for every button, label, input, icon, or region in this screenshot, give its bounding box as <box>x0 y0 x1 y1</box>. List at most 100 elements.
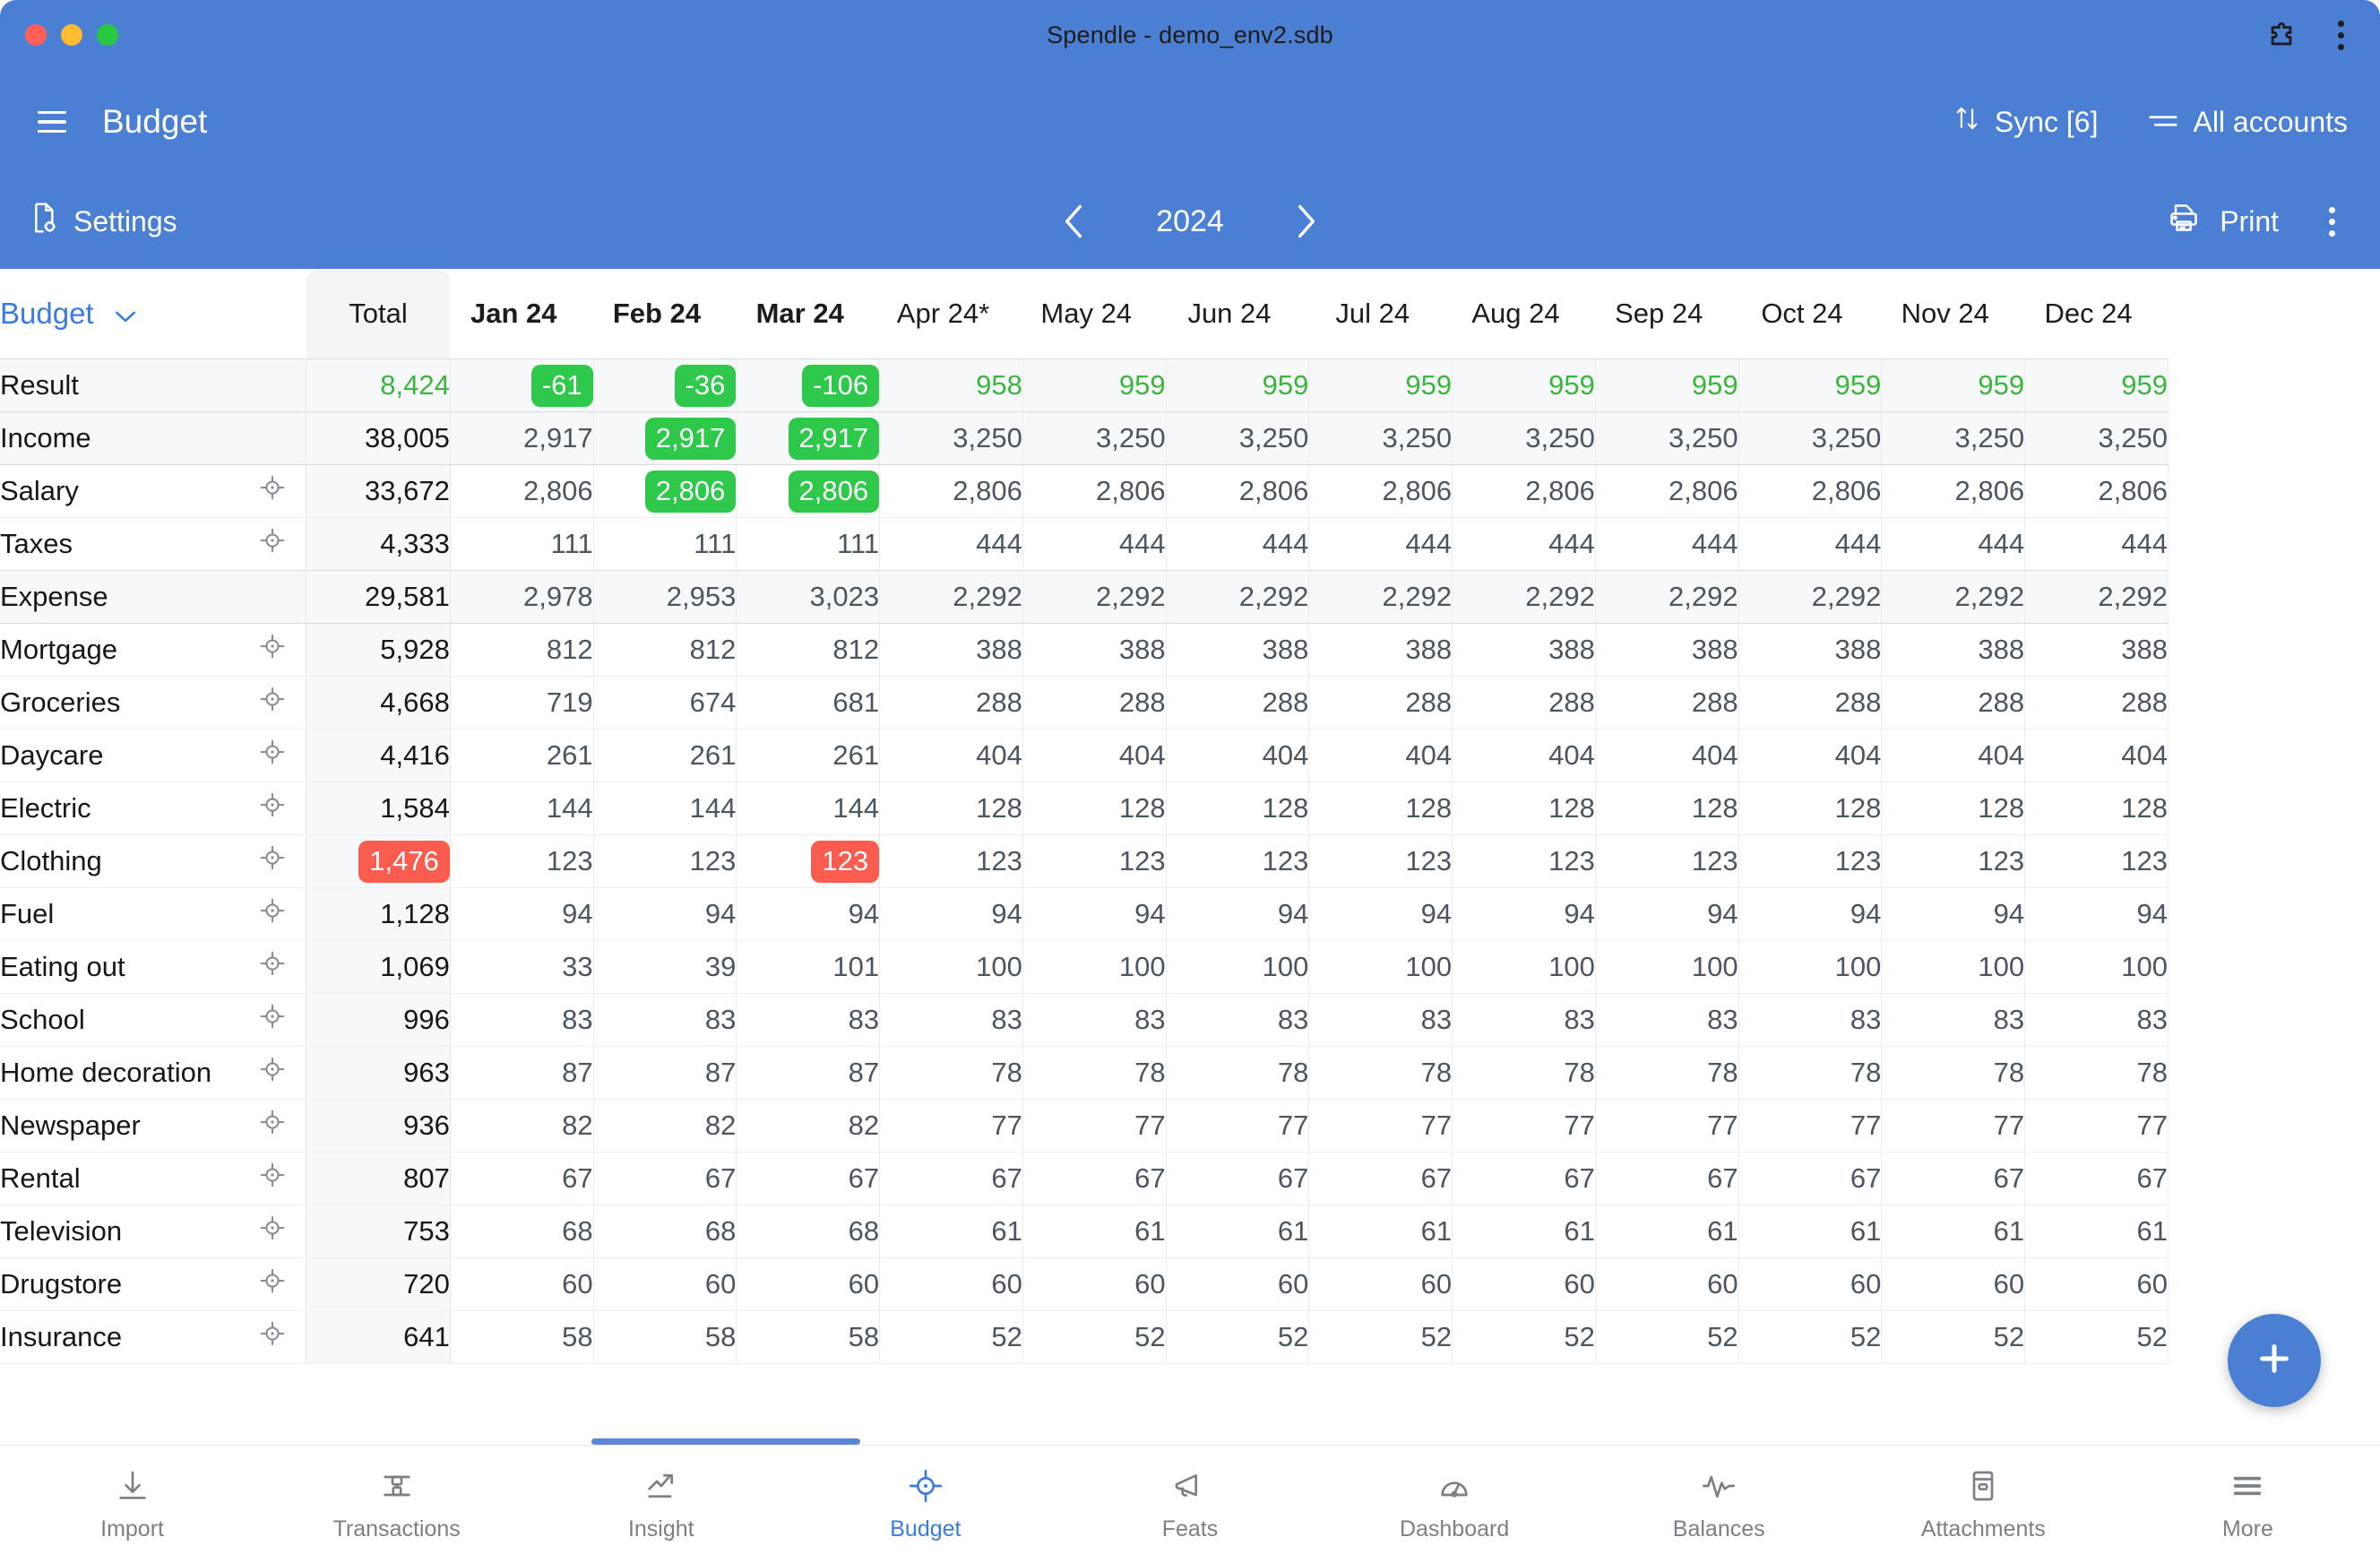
month-value-cell[interactable]: 77 <box>1452 1099 1596 1153</box>
month-value-cell[interactable]: 61 <box>1166 1205 1310 1258</box>
month-value-cell[interactable]: 128 <box>879 782 1023 835</box>
total-cell[interactable]: 4,416 <box>306 729 451 782</box>
month-value-cell[interactable]: 261 <box>593 729 737 782</box>
month-value-cell[interactable]: 87 <box>593 1046 737 1100</box>
month-column-header[interactable]: Dec 24 <box>2024 269 2169 359</box>
total-cell[interactable]: 753 <box>306 1205 451 1258</box>
month-value-cell[interactable]: 444 <box>879 517 1023 571</box>
month-value-cell[interactable]: 94 <box>593 887 737 941</box>
month-value-cell[interactable]: 52 <box>1595 1310 1739 1364</box>
month-value-cell[interactable]: 388 <box>2024 623 2169 677</box>
month-value-cell[interactable]: 404 <box>1452 729 1596 782</box>
month-value-cell[interactable]: 128 <box>1308 782 1453 835</box>
month-value-cell[interactable]: 2,806 <box>1166 464 1310 518</box>
month-value-cell[interactable]: 388 <box>1881 623 2026 677</box>
month-value-cell[interactable]: 959 <box>1452 358 1596 412</box>
month-value-cell[interactable]: 111 <box>450 517 594 571</box>
month-value-cell[interactable]: 3,250 <box>1881 411 2026 465</box>
month-value-cell[interactable]: 674 <box>593 676 737 730</box>
month-value-cell[interactable]: 2,806 <box>1881 464 2026 518</box>
month-value-cell[interactable]: 2,806 <box>736 464 881 518</box>
month-value-cell[interactable]: 33 <box>450 940 594 994</box>
month-value-cell[interactable]: -36 <box>593 358 737 412</box>
bottom-nav-item-dashboard[interactable]: Dashboard <box>1323 1466 1587 1542</box>
month-value-cell[interactable]: 2,806 <box>879 464 1023 518</box>
month-value-cell[interactable]: 288 <box>1166 676 1310 730</box>
total-cell[interactable]: 33,672 <box>306 464 451 518</box>
month-value-cell[interactable]: 404 <box>879 729 1023 782</box>
month-value-cell[interactable]: 128 <box>1738 782 1883 835</box>
table-row[interactable]: Daycare 4,416 261 261 261 404 404 404 404 404 404 4… <box>0 729 2169 782</box>
month-value-cell[interactable]: 144 <box>593 782 737 835</box>
month-value-cell[interactable]: 959 <box>1595 358 1739 412</box>
month-value-cell[interactable]: 2,292 <box>1738 570 1883 624</box>
month-value-cell[interactable]: 288 <box>1452 676 1596 730</box>
month-value-cell[interactable]: 959 <box>1738 358 1883 412</box>
month-value-cell[interactable]: 3,250 <box>879 411 1023 465</box>
month-column-header[interactable]: Apr 24* <box>879 269 1023 359</box>
row-label-cell[interactable]: Insurance <box>0 1310 307 1364</box>
month-value-cell[interactable]: 3,250 <box>1308 411 1453 465</box>
month-value-cell[interactable]: 288 <box>1308 676 1453 730</box>
month-value-cell[interactable]: 3,250 <box>2024 411 2169 465</box>
table-row[interactable]: Electric 1,584 144 144 144 128 128 128 128 128 128… <box>0 782 2169 835</box>
month-value-cell[interactable]: 67 <box>450 1152 594 1205</box>
month-value-cell[interactable]: 2,806 <box>2024 464 2169 518</box>
table-summary-row[interactable]: Expense 29,581 2,978 2,953 3,023 2,292 2,292 2,… <box>0 570 2169 624</box>
month-value-cell[interactable]: 78 <box>1166 1046 1310 1100</box>
bottom-nav-item-attachments[interactable]: Attachments <box>1851 1466 2116 1542</box>
month-value-cell[interactable]: 60 <box>1738 1257 1883 1311</box>
row-label-cell[interactable]: Clothing <box>0 834 307 888</box>
add-entry-fab[interactable] <box>2228 1314 2321 1407</box>
month-value-cell[interactable]: 444 <box>1595 517 1739 571</box>
table-row[interactable]: Mortgage 5,928 812 812 812 388 388 388 388 388 388… <box>0 623 2169 677</box>
month-value-cell[interactable]: 58 <box>593 1310 737 1364</box>
month-value-cell[interactable]: 681 <box>736 676 881 730</box>
month-value-cell[interactable]: 94 <box>1595 887 1739 941</box>
month-value-cell[interactable]: 123 <box>1738 834 1883 888</box>
total-cell[interactable]: 1,476 <box>306 834 451 888</box>
month-value-cell[interactable]: 100 <box>1022 940 1167 994</box>
month-value-cell[interactable]: 83 <box>1308 993 1453 1047</box>
target-icon[interactable] <box>259 950 286 984</box>
month-value-cell[interactable]: 128 <box>1022 782 1167 835</box>
month-value-cell[interactable]: 404 <box>1166 729 1310 782</box>
month-value-cell[interactable]: 61 <box>1595 1205 1739 1258</box>
month-value-cell[interactable]: 82 <box>736 1099 881 1153</box>
month-value-cell[interactable]: 52 <box>2024 1310 2169 1364</box>
month-value-cell[interactable]: 77 <box>2024 1099 2169 1153</box>
month-value-cell[interactable]: 959 <box>1166 358 1310 412</box>
month-value-cell[interactable]: 111 <box>593 517 737 571</box>
month-value-cell[interactable]: 58 <box>450 1310 594 1364</box>
month-value-cell[interactable]: 128 <box>2024 782 2169 835</box>
table-row[interactable]: Television 753 68 68 68 61 61 61 61 61 61 61 61 61 <box>0 1205 2169 1258</box>
row-label-cell[interactable]: Result <box>0 358 307 412</box>
total-column-header[interactable]: Total <box>306 269 451 359</box>
month-value-cell[interactable]: 959 <box>1308 358 1453 412</box>
month-value-cell[interactable]: 78 <box>1022 1046 1167 1100</box>
month-value-cell[interactable]: 78 <box>1308 1046 1453 1100</box>
month-value-cell[interactable]: 94 <box>1452 887 1596 941</box>
month-value-cell[interactable]: 404 <box>1308 729 1453 782</box>
month-value-cell[interactable]: 77 <box>1022 1099 1167 1153</box>
bottom-nav-item-more[interactable]: More <box>2116 1466 2380 1542</box>
target-icon[interactable] <box>259 791 286 825</box>
month-value-cell[interactable]: 959 <box>1881 358 2026 412</box>
print-button[interactable]: Print <box>2168 203 2279 240</box>
month-value-cell[interactable]: 388 <box>1738 623 1883 677</box>
month-value-cell[interactable]: 719 <box>450 676 594 730</box>
month-value-cell[interactable]: 2,917 <box>736 411 881 465</box>
month-value-cell[interactable]: 444 <box>1022 517 1167 571</box>
month-column-header[interactable]: Nov 24 <box>1881 269 2025 359</box>
month-value-cell[interactable]: 78 <box>2024 1046 2169 1100</box>
month-value-cell[interactable]: 388 <box>1308 623 1453 677</box>
month-value-cell[interactable]: 444 <box>1166 517 1310 571</box>
month-value-cell[interactable]: 77 <box>1308 1099 1453 1153</box>
total-cell[interactable]: 5,928 <box>306 623 451 677</box>
month-value-cell[interactable]: 78 <box>879 1046 1023 1100</box>
month-value-cell[interactable]: 61 <box>1022 1205 1167 1258</box>
month-value-cell[interactable]: 83 <box>593 993 737 1047</box>
month-value-cell[interactable]: 144 <box>450 782 594 835</box>
month-value-cell[interactable]: 61 <box>1308 1205 1453 1258</box>
month-value-cell[interactable]: 52 <box>1738 1310 1883 1364</box>
